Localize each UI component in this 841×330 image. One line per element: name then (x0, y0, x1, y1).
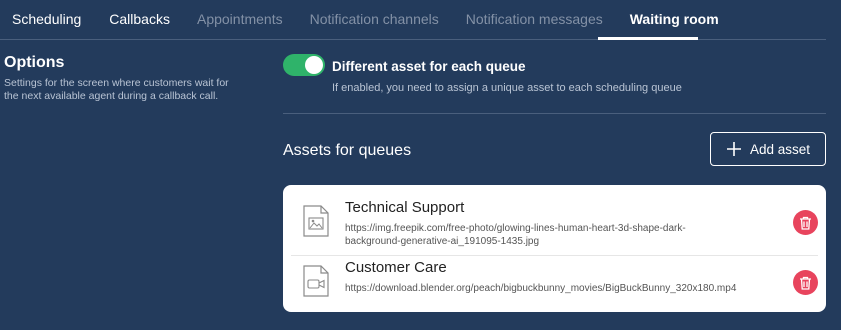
tab-appointments[interactable]: Appointments (189, 0, 291, 39)
asset-url: https://download.blender.org/peach/bigbu… (345, 283, 737, 294)
asset-name: Technical Support (345, 199, 465, 216)
add-asset-label: Add asset (749, 141, 811, 157)
plus-icon (726, 142, 741, 156)
delete-asset-button[interactable] (793, 210, 818, 235)
assets-list: Technical Support https://img.freepik.co… (283, 185, 826, 312)
active-tab-indicator (598, 37, 698, 40)
toggle-help-text: If enabled, you need to assign a unique … (332, 82, 682, 94)
tab-notification-channels[interactable]: Notification channels (302, 0, 447, 39)
delete-asset-button[interactable] (793, 270, 818, 295)
asset-name: Customer Care (345, 259, 447, 276)
different-asset-toggle[interactable] (283, 54, 325, 76)
tab-scheduling[interactable]: Scheduling (4, 0, 89, 39)
asset-row: Technical Support https://img.freepik.co… (283, 195, 826, 253)
asset-row: Customer Care https://download.blender.o… (283, 255, 826, 313)
assets-section-title: Assets for queues (283, 142, 412, 159)
toggle-knob (305, 56, 323, 74)
video-file-icon (303, 265, 329, 297)
asset-url: https://img.freepik.com/free-photo/glowi… (345, 223, 686, 247)
tab-bar: Scheduling Callbacks Appointments Notifi… (0, 0, 826, 40)
add-asset-button[interactable]: Add asset (710, 132, 826, 166)
trash-icon (800, 276, 811, 290)
tab-waiting-room[interactable]: Waiting room (622, 0, 727, 39)
tab-callbacks[interactable]: Callbacks (101, 0, 178, 39)
divider (283, 113, 826, 114)
options-description: Settings for the screen where customers … (4, 77, 229, 102)
image-file-icon (303, 205, 329, 237)
toggle-label: Different asset for each queue (332, 59, 526, 74)
options-title: Options (4, 54, 65, 71)
tab-notification-messages[interactable]: Notification messages (458, 0, 611, 39)
trash-icon (800, 216, 811, 230)
